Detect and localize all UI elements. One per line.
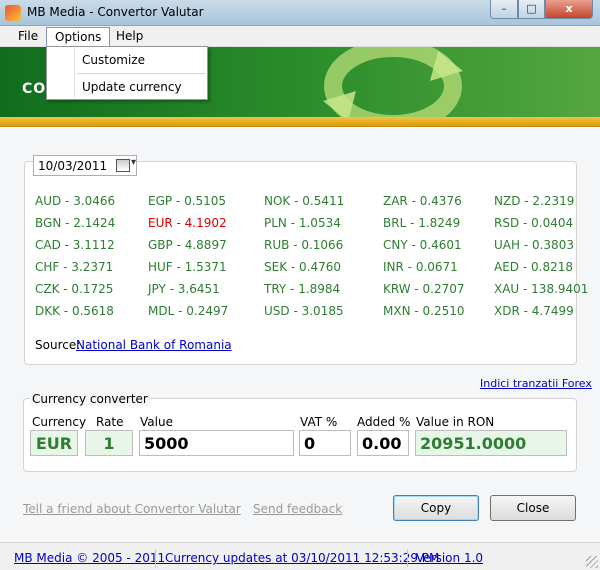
rate-usd: USD - 3.0185 — [264, 304, 344, 318]
options-dropdown: Customize Update currency — [46, 46, 208, 100]
close-window-button[interactable]: x — [545, 0, 593, 19]
rate-krw: KRW - 0.2707 — [383, 282, 465, 296]
rate-nok: NOK - 0.5411 — [264, 194, 345, 208]
title-bar: MB Media - Convertor Valutar – □ x — [0, 0, 600, 26]
rate-huf: HUF - 1.5371 — [148, 260, 227, 274]
rate-dkk: DKK - 0.5618 — [35, 304, 114, 318]
converter-title: Currency converter — [30, 392, 150, 406]
rate-gbp: GBP - 4.8897 — [148, 238, 227, 252]
menu-item-customize[interactable]: Customize — [48, 48, 206, 72]
rate-try: TRY - 1.8984 — [264, 282, 341, 296]
header-value: Value — [140, 415, 173, 429]
maximize-button[interactable]: □ — [518, 0, 545, 19]
currency-field[interactable]: EUR — [30, 430, 78, 456]
source-label: Source: — [35, 338, 81, 352]
app-icon — [5, 5, 21, 21]
header-currency: Currency — [32, 415, 87, 429]
forex-link[interactable]: Indici tranzatii Forex — [480, 377, 592, 390]
value-in-ron-field: 20951.0000 — [415, 430, 567, 456]
rate-nzd: NZD - 2.2319 — [494, 194, 575, 208]
rate-mdl: MDL - 0.2497 — [148, 304, 229, 318]
menu-file[interactable]: File — [12, 29, 44, 43]
calendar-icon[interactable] — [116, 157, 136, 172]
menu-item-update-currency[interactable]: Update currency — [48, 75, 206, 99]
rate-bgn: BGN - 2.1424 — [35, 216, 116, 230]
rate-mxn: MXN - 0.2510 — [383, 304, 465, 318]
header-rate: Rate — [96, 415, 124, 429]
main-content — [0, 128, 600, 542]
rate-zar: ZAR - 0.4376 — [383, 194, 462, 208]
rate-egp: EGP - 0.5105 — [148, 194, 227, 208]
rate-pln: PLN - 1.0534 — [264, 216, 341, 230]
menu-options[interactable]: Options — [46, 27, 111, 47]
source-link[interactable]: National Bank of Romania — [76, 338, 232, 352]
rate-rub: RUB - 0.1066 — [264, 238, 344, 252]
tell-a-friend-link[interactable]: Tell a friend about Convertor Valutar — [23, 502, 241, 516]
menu-help[interactable]: Help — [110, 29, 149, 43]
header-ron: Value in RON — [416, 415, 495, 429]
banner-title: CO — [22, 81, 47, 97]
send-feedback-link[interactable]: Send feedback — [253, 502, 342, 516]
rate-cny: CNY - 0.4601 — [383, 238, 462, 252]
menu-bar: File Options Help — [0, 26, 600, 47]
rate-inr: INR - 0.0671 — [383, 260, 458, 274]
rate-xdr: XDR - 4.7499 — [494, 304, 574, 318]
status-separator — [155, 549, 156, 567]
date-value: 10/03/2011 — [38, 159, 108, 173]
copyright-link[interactable]: MB Media © 2005 - 2011 — [14, 551, 165, 565]
value-input[interactable]: 5000 — [139, 430, 294, 456]
menu-separator — [77, 73, 205, 74]
rate-rsd: RSD - 0.0404 — [494, 216, 574, 230]
added-input[interactable]: 0.00 — [357, 430, 409, 456]
rate-brl: BRL - 1.8249 — [383, 216, 461, 230]
date-picker[interactable]: 10/03/2011 — [33, 155, 137, 176]
rate-aud: AUD - 3.0466 — [35, 194, 116, 208]
rate-cad: CAD - 3.1112 — [35, 238, 115, 252]
exchange-arrows-icon — [323, 47, 463, 117]
currency-updates-link[interactable]: Currency updates at 03/10/2011 12:53:29 … — [165, 551, 439, 565]
copy-button[interactable]: Copy — [393, 495, 479, 521]
banner-stripe — [0, 117, 600, 127]
rate-aed: AED - 0.8218 — [494, 260, 573, 274]
rate-sek: SEK - 0.4760 — [264, 260, 342, 274]
close-button[interactable]: Close — [490, 495, 576, 521]
rate-uah: UAH - 0.3803 — [494, 238, 574, 252]
minimize-button[interactable]: – — [490, 0, 518, 19]
window-title: MB Media - Convertor Valutar — [27, 5, 204, 19]
vat-input[interactable]: 0 — [299, 430, 351, 456]
rate-field[interactable]: 1 — [85, 430, 133, 456]
rate-czk: CZK - 0.1725 — [35, 282, 114, 296]
rate-chf: CHF - 3.2371 — [35, 260, 114, 274]
header-vat: VAT % — [300, 415, 338, 429]
resize-grip[interactable] — [586, 556, 598, 568]
rate-xau: XAU - 138.9401 — [494, 282, 589, 296]
status-separator — [407, 549, 408, 567]
rate-eur: EUR - 4.1902 — [148, 216, 227, 230]
status-bar: MB Media © 2005 - 2011 Currency updates … — [0, 542, 600, 570]
rate-jpy: JPY - 3.6451 — [148, 282, 220, 296]
header-added: Added % — [357, 415, 411, 429]
version-link[interactable]: Version 1.0 — [416, 551, 483, 565]
